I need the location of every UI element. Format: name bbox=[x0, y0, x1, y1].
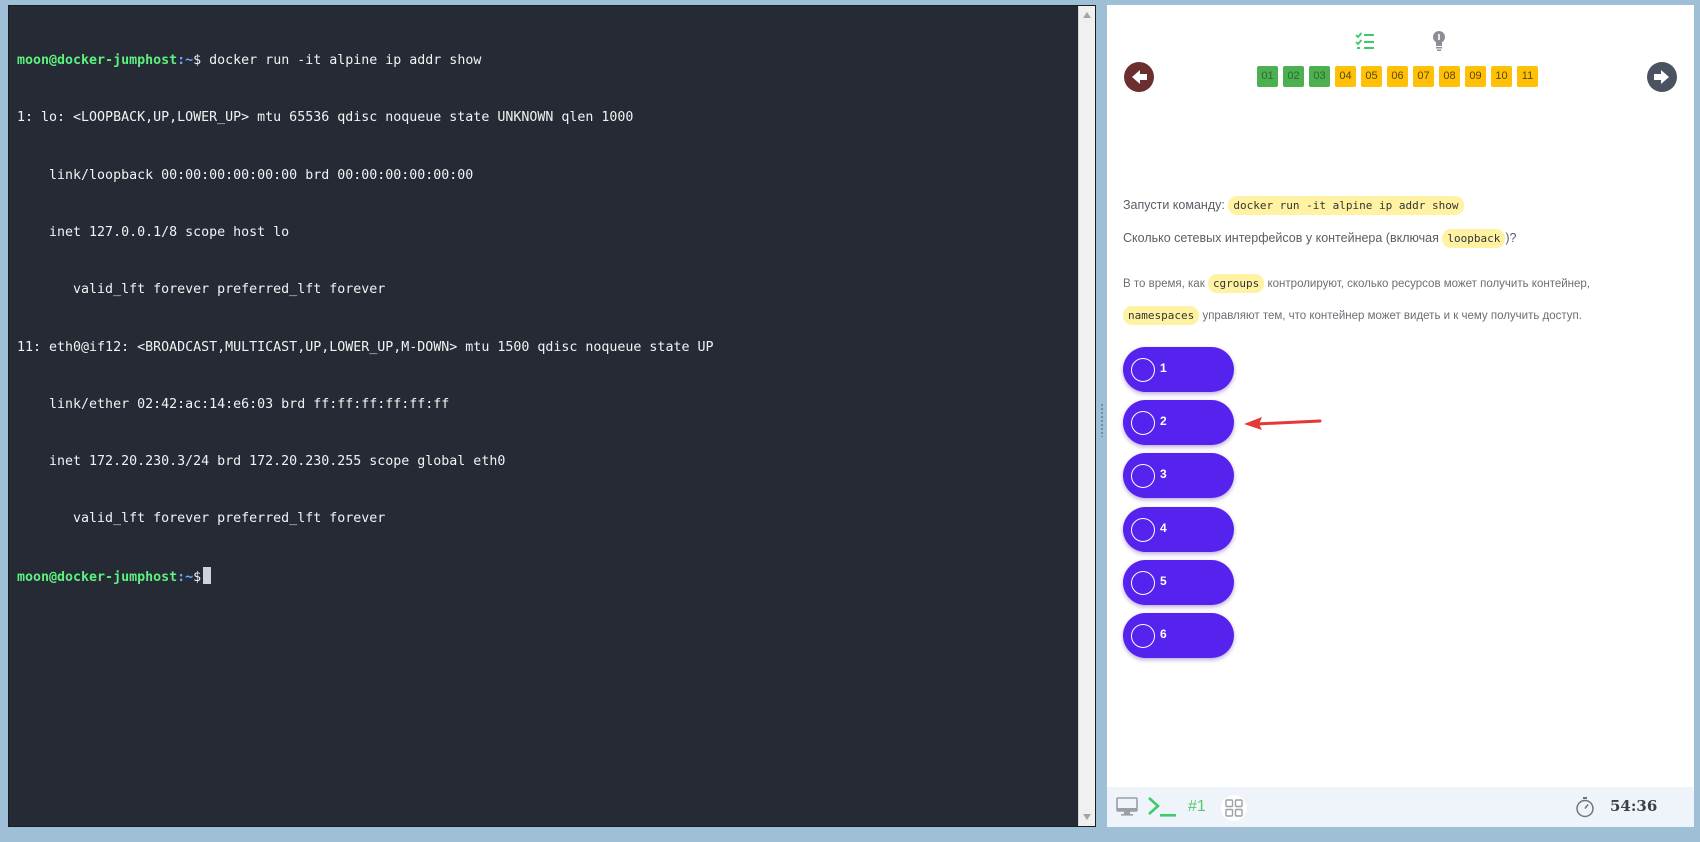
prompt-path: :~ bbox=[177, 53, 194, 69]
pane-splitter[interactable] bbox=[1098, 5, 1106, 827]
question-text: Сколько сетевых интерфейсов у контейнера… bbox=[1123, 231, 1439, 245]
task-number-08[interactable]: 08 bbox=[1439, 66, 1460, 87]
terminal-output-line: 1: lo: <LOOPBACK,UP,LOWER_UP> mtu 65536 … bbox=[17, 110, 634, 126]
code-snippet: loopback bbox=[1442, 229, 1506, 248]
answer-option-label: 1 bbox=[1160, 361, 1167, 375]
answer-option-label: 5 bbox=[1160, 574, 1167, 588]
task-number-10[interactable]: 10 bbox=[1491, 66, 1512, 87]
answer-option-3[interactable]: 3 bbox=[1123, 453, 1234, 498]
answer-option-4[interactable]: 4 bbox=[1123, 507, 1234, 552]
code-snippet: docker run -it alpine ip addr show bbox=[1228, 196, 1464, 215]
terminal-output-line: link/ether 02:42:ac:14:e6:03 brd ff:ff:f… bbox=[17, 396, 450, 412]
code-snippet: cgroups bbox=[1207, 274, 1265, 293]
answer-option-label: 2 bbox=[1160, 414, 1167, 428]
task-number-05[interactable]: 05 bbox=[1361, 66, 1382, 87]
prompt-path: :~ bbox=[177, 569, 194, 585]
terminal-output-line: valid_lft forever preferred_lft forever bbox=[17, 282, 386, 298]
radio-icon bbox=[1131, 571, 1155, 595]
next-task-button[interactable] bbox=[1647, 62, 1677, 92]
terminal-command-line: moon@docker-jumphost:~$ docker run -it a… bbox=[17, 51, 1075, 70]
prompt-user: moon@docker-jumphost bbox=[17, 569, 178, 585]
answer-option-label: 4 bbox=[1160, 521, 1167, 535]
terminal-output-line: link/loopback 00:00:00:00:00:00 brd 00:0… bbox=[17, 167, 474, 183]
answer-option-5[interactable]: 5 bbox=[1123, 560, 1234, 605]
task-navigator: 01 02 03 04 05 06 07 08 09 10 11 bbox=[1257, 66, 1538, 87]
answer-option-label: 3 bbox=[1160, 467, 1167, 481]
arrow-left-icon bbox=[1132, 70, 1147, 84]
terminal-cursor bbox=[203, 566, 212, 584]
grid-icon bbox=[1225, 799, 1243, 817]
scroll-up-icon[interactable] bbox=[1083, 12, 1091, 18]
question-text: В то время, как bbox=[1123, 278, 1205, 290]
annotation-arrow-icon bbox=[1244, 417, 1322, 430]
question-note: В то время, как cgroups контролируют, ск… bbox=[1123, 274, 1591, 293]
arrow-right-icon bbox=[1654, 70, 1669, 84]
question-text: контролируют, сколько ресурсов может пол… bbox=[1267, 278, 1591, 290]
question-note: namespaces управляют тем, что контейнер … bbox=[1123, 306, 1582, 325]
terminal-command: docker run -it alpine ip addr show bbox=[201, 53, 482, 69]
monitor-icon[interactable] bbox=[1116, 797, 1138, 817]
countdown-timer: 54:36 bbox=[1610, 797, 1658, 815]
lightbulb-icon[interactable] bbox=[1431, 29, 1447, 53]
terminal-output-line: 11: eth0@if12: <BROADCAST,MULTICAST,UP,L… bbox=[17, 339, 714, 355]
task-number-11[interactable]: 11 bbox=[1517, 66, 1538, 87]
prompt-symbol: $ bbox=[193, 569, 202, 585]
answer-option-6[interactable]: 6 bbox=[1123, 613, 1234, 658]
terminal-scrollbar[interactable] bbox=[1078, 6, 1095, 826]
question-text: Запусти команду: bbox=[1123, 198, 1225, 212]
radio-icon bbox=[1131, 624, 1155, 648]
answer-option-1[interactable]: 1 bbox=[1123, 347, 1234, 392]
stopwatch-icon bbox=[1576, 797, 1594, 818]
radio-icon bbox=[1131, 464, 1155, 488]
task-number-07[interactable]: 07 bbox=[1413, 66, 1434, 87]
terminal-icon[interactable] bbox=[1147, 795, 1179, 819]
scroll-down-icon[interactable] bbox=[1083, 814, 1091, 820]
answer-option-label: 6 bbox=[1160, 627, 1167, 641]
terminal-number[interactable]: #1 bbox=[1188, 798, 1206, 816]
bottom-toolbar: #1 54:36 bbox=[1107, 787, 1694, 827]
answer-option-2[interactable]: 2 bbox=[1123, 400, 1234, 445]
terminal-output-line: inet 127.0.0.1/8 scope host lo bbox=[17, 225, 290, 241]
task-number-06[interactable]: 06 bbox=[1387, 66, 1408, 87]
terminal-output-line: inet 172.20.230.3/24 brd 172.20.230.255 … bbox=[17, 454, 506, 470]
question-prompt: Сколько сетевых интерфейсов у контейнера… bbox=[1123, 229, 1517, 248]
radio-icon bbox=[1131, 358, 1155, 382]
terminal-pane[interactable]: moon@docker-jumphost:~$ docker run -it a… bbox=[8, 5, 1096, 827]
radio-icon bbox=[1131, 411, 1155, 435]
splitter-grip-icon[interactable] bbox=[1100, 403, 1104, 437]
radio-icon bbox=[1131, 518, 1155, 542]
question-instruction: Запусти команду: docker run -it alpine i… bbox=[1123, 196, 1464, 215]
grid-button[interactable] bbox=[1221, 795, 1247, 821]
question-text: управляют тем, что контейнер может видет… bbox=[1202, 310, 1582, 322]
task-number-01[interactable]: 01 bbox=[1257, 66, 1278, 87]
prev-task-button[interactable] bbox=[1124, 62, 1154, 92]
prompt-user: moon@docker-jumphost bbox=[17, 53, 178, 69]
terminal-output-line: valid_lft forever preferred_lft forever bbox=[17, 511, 386, 527]
question-text: )? bbox=[1505, 231, 1517, 245]
task-number-04[interactable]: 04 bbox=[1335, 66, 1356, 87]
prompt-symbol: $ bbox=[193, 53, 202, 69]
task-number-09[interactable]: 09 bbox=[1465, 66, 1486, 87]
terminal-prompt-line[interactable]: moon@docker-jumphost:~$ bbox=[17, 566, 1075, 586]
quiz-panel: 01 02 03 04 05 06 07 08 09 10 11 Запусти… bbox=[1107, 5, 1694, 827]
task-list-icon[interactable] bbox=[1354, 30, 1376, 52]
terminal-output: moon@docker-jumphost:~$ docker run -it a… bbox=[17, 13, 1075, 624]
code-snippet: namespaces bbox=[1123, 306, 1200, 325]
task-number-03[interactable]: 03 bbox=[1309, 66, 1330, 87]
task-number-02[interactable]: 02 bbox=[1283, 66, 1304, 87]
